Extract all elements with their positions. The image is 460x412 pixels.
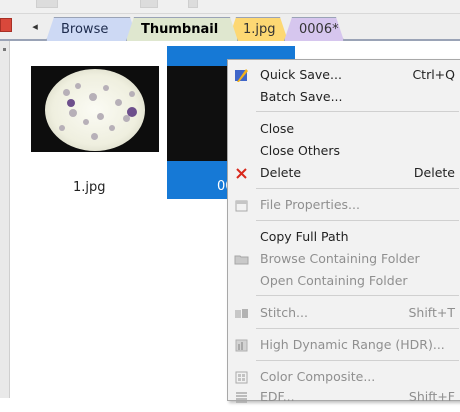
tab-browse[interactable]: Browse bbox=[46, 17, 138, 41]
panel-icon[interactable] bbox=[0, 18, 12, 32]
menu-item-hdr[interactable]: High Dynamic Range (HDR)... bbox=[228, 334, 460, 356]
thumbnail-label-1: 1.jpg bbox=[73, 180, 106, 195]
menu-separator bbox=[256, 295, 459, 296]
menu-item-label: High Dynamic Range (HDR)... bbox=[260, 337, 445, 352]
menu-item-close[interactable]: Close bbox=[228, 118, 460, 140]
menu-separator bbox=[256, 328, 459, 329]
menu-item-label: Batch Save... bbox=[260, 89, 343, 104]
quick-save-icon bbox=[234, 68, 249, 83]
toolbar-edge bbox=[188, 0, 198, 8]
menu-item-stitch[interactable]: Stitch... Shift+T bbox=[228, 302, 460, 324]
menu-item-file-properties[interactable]: File Properties... bbox=[228, 194, 460, 216]
top-toolbar-strip bbox=[0, 0, 460, 14]
menu-item-close-others[interactable]: Close Others bbox=[228, 140, 460, 162]
stained-cell bbox=[127, 107, 137, 117]
menu-item-label: Quick Save... bbox=[260, 67, 342, 82]
menu-item-label: Delete bbox=[260, 165, 302, 180]
menu-item-label: Browse Containing Folder bbox=[260, 251, 420, 266]
menu-item-browse-containing-folder[interactable]: Browse Containing Folder bbox=[228, 248, 460, 270]
menu-item-label: EDF... bbox=[260, 389, 295, 404]
cell bbox=[109, 125, 115, 131]
stained-cell bbox=[67, 99, 75, 107]
menu-item-open-containing-folder[interactable]: Open Containing Folder bbox=[228, 270, 460, 292]
menu-item-color-composite[interactable]: Color Composite... bbox=[228, 366, 460, 388]
tab-1-jpg[interactable]: 1.jpg bbox=[228, 17, 288, 41]
cell bbox=[83, 119, 89, 125]
cell bbox=[69, 109, 77, 117]
tab-bar: ◂ Browse Thumbnail 1.jpg 0006* bbox=[0, 14, 460, 41]
delete-x-icon bbox=[234, 166, 249, 181]
thumbnail-image-1[interactable] bbox=[31, 66, 159, 152]
cell bbox=[91, 133, 98, 140]
folder-icon bbox=[234, 252, 249, 267]
menu-item-label: Stitch... bbox=[260, 305, 308, 320]
menu-item-delete[interactable]: Delete Delete bbox=[228, 162, 460, 184]
cell bbox=[89, 93, 97, 101]
menu-item-shortcut: Ctrl+Q bbox=[412, 67, 455, 82]
context-menu: Quick Save... Ctrl+Q Batch Save... Close… bbox=[227, 59, 460, 404]
menu-item-batch-save[interactable]: Batch Save... bbox=[228, 86, 460, 108]
left-gutter bbox=[0, 41, 10, 398]
menu-item-label: Open Containing Folder bbox=[260, 273, 408, 288]
cell bbox=[59, 125, 65, 131]
menu-item-label: File Properties... bbox=[260, 197, 360, 212]
menu-item-label: Close bbox=[260, 121, 295, 136]
cell bbox=[103, 85, 109, 91]
menu-separator bbox=[256, 360, 459, 361]
menu-separator bbox=[256, 220, 459, 221]
color-composite-icon bbox=[234, 370, 249, 385]
menu-item-label: Close Others bbox=[260, 143, 341, 158]
toolbar-edge bbox=[36, 0, 58, 8]
menu-item-shortcut: Delete bbox=[413, 165, 455, 180]
tab-0006[interactable]: 0006* bbox=[284, 17, 344, 41]
cell bbox=[97, 113, 104, 120]
toolbar-edge bbox=[140, 0, 158, 8]
menu-item-edf[interactable]: EDF... Shift+F bbox=[228, 386, 460, 408]
microscope-dish bbox=[45, 69, 145, 151]
menu-item-label: Copy Full Path bbox=[260, 229, 349, 244]
gutter-mark bbox=[3, 48, 6, 51]
cell bbox=[75, 83, 81, 89]
menu-separator bbox=[256, 111, 459, 112]
cell bbox=[129, 91, 135, 97]
cell bbox=[115, 99, 122, 106]
menu-item-copy-full-path[interactable]: Copy Full Path bbox=[228, 226, 460, 248]
menu-item-quick-save[interactable]: Quick Save... Ctrl+Q bbox=[228, 64, 460, 86]
menu-item-shortcut: Shift+F bbox=[408, 389, 455, 404]
file-properties-icon bbox=[234, 198, 249, 213]
hdr-icon bbox=[234, 338, 249, 353]
menu-item-shortcut: Shift+T bbox=[408, 305, 455, 320]
menu-separator bbox=[256, 188, 459, 189]
tab-thumbnail[interactable]: Thumbnail bbox=[126, 17, 238, 41]
cell bbox=[63, 89, 70, 96]
scroll-left-icon[interactable]: ◂ bbox=[28, 18, 42, 36]
menu-item-label: Color Composite... bbox=[260, 369, 376, 384]
stitch-icon bbox=[234, 306, 249, 321]
